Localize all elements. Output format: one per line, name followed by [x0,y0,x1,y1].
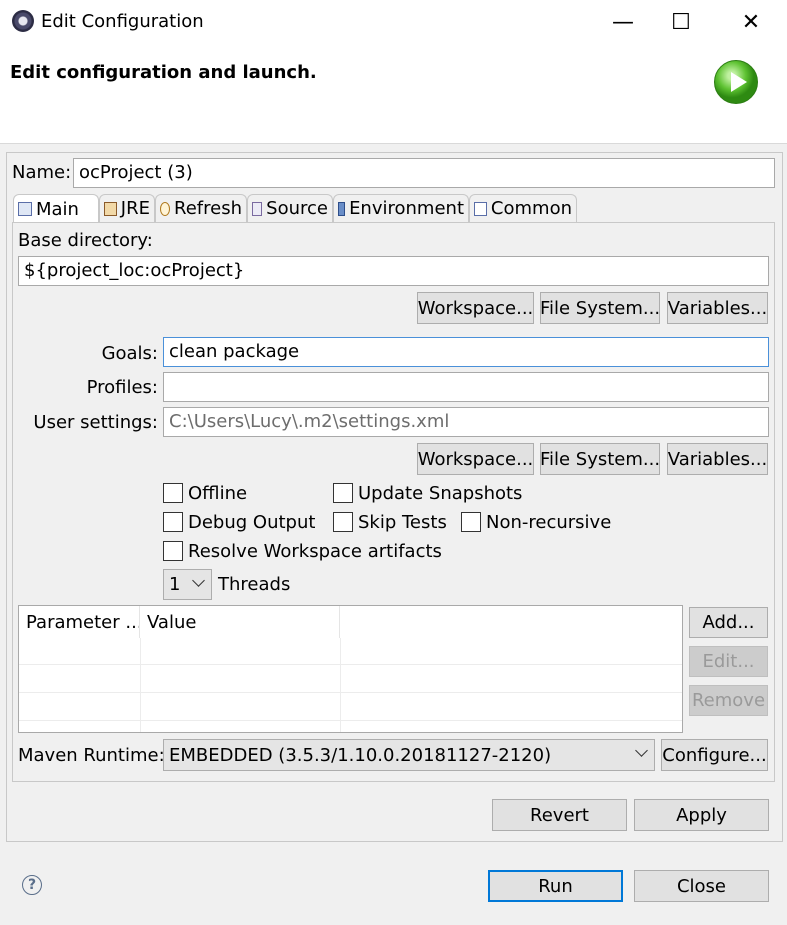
column-divider [340,638,341,732]
skip-tests-label: Skip Tests [358,512,447,533]
profiles-input[interactable] [163,372,769,402]
maven-runtime-label: Maven Runtime: [18,745,165,766]
main-tab-icon [18,202,32,216]
configure-runtime-button[interactable]: Configure... [661,739,768,771]
window-title: Edit Configuration [41,11,204,32]
header-banner [0,44,787,144]
user-settings-input[interactable]: C:\Users\Lucy\.m2\settings.xml [163,407,769,437]
table-row-divider [19,720,682,721]
maven-runtime-select[interactable]: EMBEDDED (3.5.3/1.10.0.20181127-2120) [163,739,655,771]
offline-label: Offline [188,483,248,504]
chevron-down-icon [192,574,205,587]
threads-select[interactable]: 1 [163,569,212,600]
minimize-button[interactable]: — [600,0,646,44]
help-icon[interactable]: ? [22,875,42,895]
update-snapshots-label: Update Snapshots [358,483,523,504]
non-recursive-checkbox[interactable] [461,512,481,532]
name-input[interactable]: ocProject (3) [73,158,775,188]
threads-value: 1 [169,574,181,595]
profiles-label: Profiles: [86,377,158,398]
close-window-button[interactable]: ✕ [728,0,774,44]
close-button[interactable]: Close [634,870,769,902]
base-workspace-button[interactable]: Workspace... [417,292,534,324]
tab-environment[interactable]: Environment [333,194,469,222]
settings-file-system-button[interactable]: File System... [540,443,660,475]
eclipse-app-icon [12,10,34,32]
table-row-divider [19,664,682,665]
column-header-value[interactable]: Value [140,606,340,638]
base-directory-label: Base directory: [18,230,153,251]
base-directory-input[interactable]: ${project_loc:ocProject} [18,256,769,286]
offline-checkbox[interactable] [163,483,183,503]
apply-button[interactable]: Apply [634,799,769,831]
resolve-workspace-label: Resolve Workspace artifacts [188,541,442,562]
run-button[interactable]: Run [488,870,623,902]
tab-main[interactable]: Main [13,194,99,223]
column-divider [140,638,141,732]
maximize-button[interactable]: ☐ [658,0,704,44]
base-file-system-button[interactable]: File System... [540,292,660,324]
chevron-down-icon [635,744,648,757]
non-recursive-label: Non-recursive [486,512,612,533]
tab-refresh[interactable]: Refresh [155,194,247,222]
tab-jre-label: JRE [120,198,150,219]
tab-source-label: Source [266,198,328,219]
source-icon [252,201,263,216]
common-icon [474,201,487,216]
add-parameter-button[interactable]: Add... [689,607,768,638]
resolve-workspace-checkbox[interactable] [163,541,183,561]
tab-source[interactable]: Source [247,194,333,222]
name-label: Name: [12,162,72,183]
skip-tests-checkbox[interactable] [333,512,353,532]
goals-input[interactable]: clean package [163,337,769,367]
tab-environment-label: Environment [349,198,464,219]
environment-icon [338,201,346,216]
revert-button[interactable]: Revert [492,799,627,831]
refresh-icon [160,201,171,216]
user-settings-label: User settings: [33,412,158,433]
edit-parameter-button[interactable]: Edit... [689,646,768,677]
settings-workspace-button[interactable]: Workspace... [417,443,534,475]
parameters-table[interactable]: Parameter ... Value [18,605,683,733]
run-launch-icon [714,60,758,104]
tab-common-label: Common [490,198,572,219]
page-title: Edit configuration and launch. [10,62,317,83]
tab-jre[interactable]: JRE [99,194,155,222]
tab-refresh-label: Refresh [174,198,242,219]
debug-output-checkbox[interactable] [163,512,183,532]
jre-icon [104,201,117,216]
update-snapshots-checkbox[interactable] [333,483,353,503]
tab-common[interactable]: Common [469,194,577,222]
column-header-blank [340,606,682,638]
tab-main-label: Main [36,198,79,220]
column-header-parameter[interactable]: Parameter ... [19,606,140,638]
threads-label: Threads [218,574,291,595]
remove-parameter-button[interactable]: Remove [689,685,768,716]
table-row-divider [19,692,682,693]
maven-runtime-value: EMBEDDED (3.5.3/1.10.0.20181127-2120) [169,744,552,766]
base-variables-button[interactable]: Variables... [667,292,768,324]
settings-variables-button[interactable]: Variables... [667,443,768,475]
goals-label: Goals: [101,343,158,364]
debug-output-label: Debug Output [188,512,316,533]
